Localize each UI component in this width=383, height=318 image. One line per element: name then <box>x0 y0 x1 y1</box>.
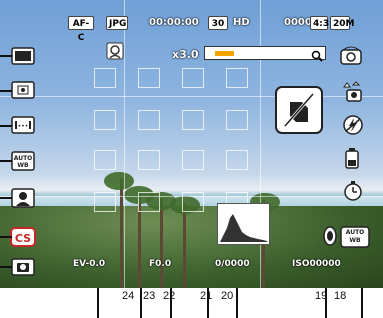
focus-area-icon[interactable]: ••• <box>10 114 36 136</box>
focus-area-cell <box>182 110 204 130</box>
callout-21: 21 <box>200 290 213 302</box>
trees <box>0 206 383 288</box>
color-setting-icon[interactable]: CS <box>10 226 36 248</box>
zoom-level-fill <box>215 51 234 56</box>
fps-badge: 30 <box>208 16 228 30</box>
aperture-value: F0.0 <box>149 259 172 269</box>
grid-line <box>0 96 383 97</box>
focus-area-cell <box>182 192 204 212</box>
focus-area-cell <box>226 110 248 130</box>
palm-trunk <box>120 178 123 288</box>
focus-area-cell <box>182 150 204 170</box>
shutter-value: 0/0000 <box>215 259 250 269</box>
palm-trunk <box>160 198 163 288</box>
auto-wb-icon[interactable]: AUTO WB <box>10 150 36 172</box>
resolution-badge: 20M <box>330 16 354 30</box>
callout-20: 20 <box>221 290 234 302</box>
focus-area-cell <box>94 150 116 170</box>
focus-area-cell <box>138 110 160 130</box>
callout-22: 22 <box>163 290 176 302</box>
video-quality: HD <box>233 17 250 28</box>
focus-area-cell <box>94 110 116 130</box>
self-timer-icon[interactable] <box>340 179 366 203</box>
svg-text:•••: ••• <box>18 123 29 130</box>
single-shot-icon[interactable] <box>10 45 36 67</box>
grid-line <box>124 0 125 288</box>
focus-area-cell <box>226 150 248 170</box>
face-detect-icon[interactable] <box>10 187 36 209</box>
svg-text:CS: CS <box>15 232 31 245</box>
zoom-bar <box>204 46 326 62</box>
white-balance-badge: AUTO WB <box>340 226 370 248</box>
ev-value: EV-0.0 <box>73 259 106 269</box>
svg-text:AUTO: AUTO <box>14 155 33 162</box>
callout-19: 19 <box>315 290 328 302</box>
battery-icon <box>340 146 366 170</box>
focus-area-cell <box>138 150 160 170</box>
zoom-label: x3.0 <box>172 48 199 61</box>
leader-line <box>0 90 12 92</box>
leader-line <box>0 160 12 162</box>
camera-screen: AF-C JPG 00:00:00 30 HD 0000 4:3 20M x3.… <box>0 0 383 318</box>
focus-area-cell <box>94 68 116 88</box>
drive-mode-icon[interactable] <box>340 80 366 104</box>
format-badge: JPG <box>106 16 128 30</box>
leader-line <box>236 288 238 318</box>
palm-trunk <box>183 203 186 288</box>
flash-mode-icon[interactable] <box>275 86 323 134</box>
leader-line <box>361 288 363 318</box>
af-mode-badge: AF-C <box>68 16 94 43</box>
lens-icon <box>323 226 337 246</box>
focus-area-cell <box>138 68 160 88</box>
zoom-search-icon <box>311 47 323 62</box>
callout-24: 24 <box>122 290 135 302</box>
focus-area-cell <box>226 68 248 88</box>
leader-line <box>0 55 12 57</box>
metering-icon[interactable] <box>10 79 36 101</box>
shots-remaining: 0000 <box>284 17 312 28</box>
focus-area-cell <box>138 192 160 212</box>
leader-line <box>0 125 12 127</box>
callout-18: 18 <box>334 290 347 302</box>
focus-area-cell <box>94 192 116 212</box>
focus-area-cell <box>182 68 204 88</box>
histogram <box>217 203 270 245</box>
leader-line <box>0 236 12 238</box>
leader-line <box>0 197 12 199</box>
aspect-badge: 4:3 <box>310 16 329 30</box>
leader-line <box>97 288 99 318</box>
portrait-mode-icon[interactable] <box>106 42 124 60</box>
callout-23: 23 <box>143 290 156 302</box>
stabilizer-icon[interactable] <box>338 44 364 68</box>
leader-line <box>140 288 142 318</box>
scene-mode-icon[interactable] <box>10 256 36 278</box>
flash-off-icon[interactable] <box>340 113 366 137</box>
white-balance-label: AUTO WB <box>345 229 365 244</box>
record-time: 00:00:00 <box>149 17 199 28</box>
leader-line <box>0 266 12 268</box>
iso-value: ISO00000 <box>292 259 341 269</box>
svg-text:WB: WB <box>17 162 29 169</box>
